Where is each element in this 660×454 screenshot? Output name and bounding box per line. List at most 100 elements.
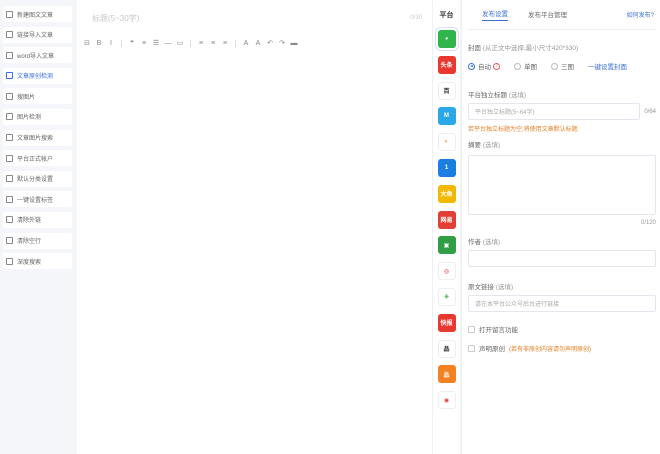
toolbar-button[interactable]: B — [95, 40, 103, 47]
toolbar-button[interactable]: ▬ — [290, 40, 298, 47]
sidebar-item[interactable]: 新建图文文章 — [3, 6, 72, 22]
toolbar-button[interactable]: A — [254, 40, 262, 47]
author-input[interactable] — [468, 250, 656, 267]
radio-triple[interactable]: 三图 — [551, 61, 574, 71]
sidebar-item[interactable]: word导入文章 — [3, 47, 72, 64]
summary-count: 0/120 — [640, 220, 656, 226]
sidebar-item[interactable]: 一键设置标签 — [3, 191, 72, 208]
toolbar-button[interactable]: ▭ — [176, 39, 184, 47]
sidebar-item-label: 平台正式帐户 — [17, 156, 54, 163]
edit-icon — [6, 10, 13, 18]
how-to-publish-link[interactable]: 如何发布? — [627, 10, 654, 19]
sidebar-item[interactable]: 文章图片搜索 — [3, 129, 72, 146]
toolbar-button[interactable]: ≡ — [209, 40, 217, 47]
sidebar-item[interactable]: 默认分类设置 — [3, 170, 72, 187]
platform-title-warning: 若平台独立标题为空,将使用文章默认标题 — [468, 127, 578, 133]
sidebar-item[interactable]: 深度搜索 — [3, 253, 72, 270]
image-search-icon — [6, 92, 13, 100]
yidian-icon[interactable]: 1 — [437, 158, 456, 177]
platform-title-row: 平台独立标题(5~64字) 0/64 — [468, 99, 656, 120]
platform-title-input[interactable]: 平台独立标题(5~64字) — [468, 103, 641, 120]
dayu-icon[interactable]: 大鱼 — [437, 184, 456, 203]
editor-body[interactable] — [77, 50, 432, 454]
toolbar-button[interactable]: A — [242, 40, 250, 47]
toolbar-button[interactable]: ❝ — [128, 39, 136, 47]
cover-mode-radios: 自动 ? 单图 三图 一键设置封面 — [468, 61, 656, 71]
wangyi-icon[interactable]: 网易 — [437, 210, 456, 229]
help-icon[interactable]: ? — [493, 62, 500, 70]
author-hint: (选填) — [482, 239, 501, 246]
toolbar-button[interactable]: ↶ — [266, 39, 274, 47]
bilibili-icon[interactable]: 品 — [437, 365, 456, 384]
tab-publish-settings[interactable]: 发布设置 — [482, 8, 508, 21]
netease-icon[interactable]: ◉ — [437, 391, 456, 410]
toolbar-separator — [190, 39, 191, 47]
toolbar-separator — [121, 39, 122, 47]
platform-column: 平台 ◕ 头条百 M ◐ 1 大鱼 网易 ▣ ◎ ◈ 快报品品 ◉ — [432, 0, 460, 454]
platform-title-label: 平台独立标题 (选填) — [468, 89, 656, 99]
cover-label-text: 封面 — [468, 45, 481, 52]
open-comment-box — [468, 325, 475, 333]
toolbar-button[interactable]: I — [107, 40, 115, 47]
sidebar-item[interactable]: 文章原创检测 — [3, 67, 72, 84]
toolbar-button[interactable]: ≡ — [221, 40, 229, 47]
sidebar-item[interactable]: 链接导入文章 — [3, 26, 72, 43]
title-count: 0/30 — [410, 15, 422, 21]
radio-triple-label: 三图 — [561, 64, 574, 71]
check-icon — [6, 72, 13, 80]
declare-original-box — [468, 344, 475, 352]
wechat-icon[interactable]: ◕ — [437, 30, 456, 48]
platform-title-label-text: 平台独立标题 — [468, 92, 507, 99]
zhihu-icon[interactable]: M — [437, 107, 456, 126]
radio-single[interactable]: 单图 — [514, 61, 537, 71]
sidebar-item[interactable]: 图片检测 — [3, 108, 72, 125]
sidebar-item[interactable]: 清除空行 — [3, 232, 72, 249]
source-link-label-text: 原文链接 — [468, 284, 494, 291]
tag-icon — [6, 195, 13, 203]
summary-label-text: 摘要 — [468, 142, 481, 149]
toolbar-button[interactable]: ↷ — [278, 39, 286, 47]
link-icon — [6, 31, 13, 39]
summary-label: 摘要 (选填) — [468, 139, 656, 149]
toutiao-icon[interactable]: 头条 — [437, 55, 456, 74]
unlink-icon — [6, 216, 13, 224]
aiqiyi-icon[interactable]: ◈ — [437, 287, 456, 306]
radio-single-dot — [514, 62, 521, 70]
toolbar-separator — [235, 39, 236, 47]
source-link-input[interactable]: 请在本平台公众号后台进行链接 — [468, 295, 656, 312]
radio-auto[interactable]: 自动 ? — [468, 61, 500, 71]
set-cover-link[interactable]: 一键设置封面 — [588, 61, 627, 71]
summary-hint: (选填) — [482, 142, 501, 149]
source-link-hint: (选填) — [495, 284, 514, 291]
toolbar-button[interactable]: ☰ — [152, 39, 160, 47]
jianshu-icon[interactable]: 品 — [437, 339, 456, 358]
category-icon — [6, 175, 13, 183]
kuaibao-icon[interactable]: 快报 — [437, 313, 456, 332]
summary-textarea[interactable] — [468, 155, 656, 215]
sidebar-item-label: 清除空行 — [17, 239, 42, 246]
sidebar-item-label: 一键设置标签 — [17, 197, 54, 204]
sohu-icon[interactable]: ◐ — [437, 133, 456, 152]
sidebar-item[interactable]: 清除外链 — [3, 211, 72, 228]
editor: 标题(5~30字) 0/30 ⊟ B I ❝ ≡ ☰ — ▭ ≡ ≡ ≡ A A ↶ ↷ ▬ — [77, 0, 432, 454]
declare-original-checkbox[interactable]: 声明原创 (若有非原创内容请勿声明原创) — [468, 343, 656, 353]
editor-toolbar: ⊟ B I ❝ ≡ ☰ — ▭ ≡ ≡ ≡ A A ↶ ↷ ▬ — [77, 36, 432, 50]
weibo-icon[interactable]: ◎ — [437, 262, 456, 281]
toolbar-button[interactable]: ≡ — [140, 40, 148, 47]
clear-icon — [6, 237, 13, 245]
toolbar-button[interactable]: — — [164, 40, 172, 47]
sidebar-item-label: 文章原创检测 — [17, 74, 54, 81]
declare-original-label: 声明原创 — [479, 346, 505, 353]
sidebar-item[interactable]: 平台正式帐户 — [3, 150, 72, 167]
search-icon — [6, 257, 13, 265]
sidebar-item[interactable]: 搜图片 — [3, 88, 72, 105]
tab-platform-management[interactable]: 发布平台管理 — [528, 9, 567, 21]
open-comment-checkbox[interactable]: 打开留言功能 — [468, 324, 656, 334]
sidebar-item-label: 默认分类设置 — [17, 177, 54, 184]
baijiahao-icon[interactable]: 百 — [437, 81, 456, 100]
toolbar-button[interactable]: ⊟ — [83, 39, 91, 47]
toolbar-button[interactable]: ≡ — [197, 40, 205, 47]
source-link-label: 原文链接 (选填) — [468, 281, 656, 291]
title-input[interactable]: 标题(5~30字) — [92, 13, 410, 24]
douban-icon[interactable]: ▣ — [437, 236, 456, 255]
